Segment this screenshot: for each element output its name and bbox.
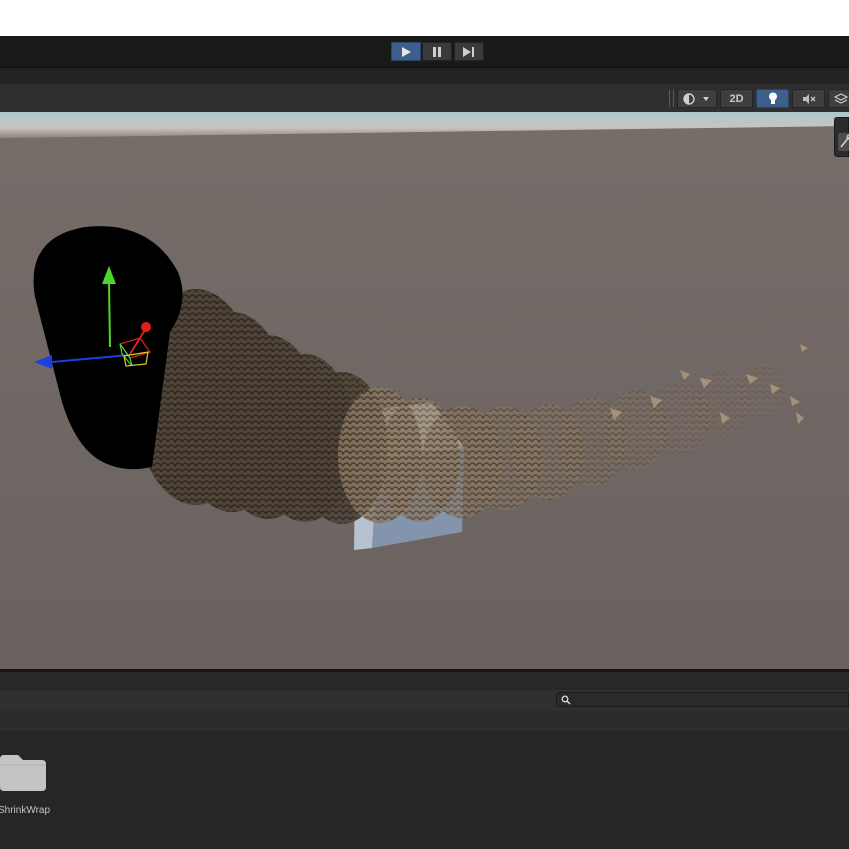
scene-viewport[interactable]	[0, 112, 849, 669]
project-search-input[interactable]	[556, 692, 849, 707]
breadcrumb-bar	[0, 710, 849, 732]
audio-mute-icon	[802, 93, 815, 104]
tools-icon[interactable]	[838, 133, 849, 151]
audio-toggle[interactable]	[792, 89, 825, 108]
pause-icon	[433, 46, 441, 57]
folder-label: ShrinkWrap	[0, 805, 51, 816]
chevron-down-icon	[703, 96, 709, 101]
scene-render	[0, 112, 849, 669]
top-blank-area	[0, 0, 849, 36]
step-icon	[463, 46, 474, 57]
effects-dropdown[interactable]	[828, 89, 849, 108]
scene-tools-overlay[interactable]	[834, 117, 849, 157]
toggle-2d-button[interactable]: 2D	[720, 89, 753, 108]
scene-view-toolbar: 2D	[0, 84, 849, 113]
scene-tab-strip	[0, 68, 849, 84]
toolbar-grip[interactable]	[669, 90, 674, 107]
step-button[interactable]	[454, 42, 484, 61]
pause-button[interactable]	[422, 42, 452, 61]
play-button[interactable]	[391, 42, 421, 61]
assets-grid[interactable]	[0, 731, 849, 849]
lightbulb-icon	[768, 92, 777, 104]
lighting-toggle[interactable]	[756, 89, 789, 108]
mode-2d-label: 2D	[729, 92, 744, 105]
search-icon	[561, 695, 571, 705]
shading-mode-icon	[683, 92, 709, 105]
play-toolbar	[0, 36, 849, 68]
play-icon	[402, 46, 411, 57]
folder-item[interactable]: ShrinkWrap	[0, 748, 54, 820]
folder-icon	[0, 755, 46, 791]
shading-mode-dropdown[interactable]	[677, 89, 717, 108]
project-tab-strip	[0, 672, 849, 691]
effects-layers-icon	[833, 92, 848, 104]
